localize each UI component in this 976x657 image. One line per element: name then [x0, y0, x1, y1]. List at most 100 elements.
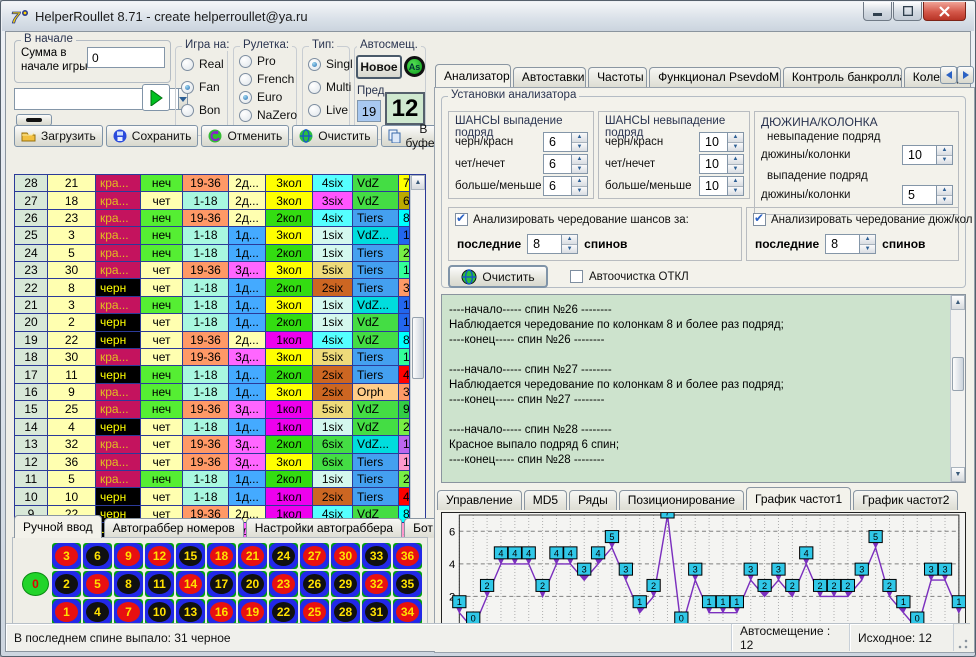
radio-euro[interactable]: Euro — [239, 90, 282, 104]
log-scrollbar[interactable]: ▲ ▼ — [950, 295, 965, 482]
numpad-number-8[interactable]: 8 — [114, 571, 143, 597]
tab-автограббер-номеров[interactable]: Автограббер номеров — [104, 518, 244, 538]
table-row[interactable]: 115кра...неч1-181д...2кол1sixTiers2str — [15, 471, 410, 488]
tab-scroll-left-button[interactable] — [940, 66, 957, 84]
numpad-number-18[interactable]: 18 — [207, 543, 236, 569]
table-scrollbar[interactable]: ▲ ▼ — [410, 175, 425, 540]
numpad-number-0[interactable]: 0 — [21, 571, 50, 597]
title-bar[interactable]: 7 HelperRoullet 8.71 - create helperroul… — [2, 2, 974, 31]
number-spinner[interactable]: 10▲▼ — [699, 176, 744, 196]
spin-up-button[interactable]: ▲ — [728, 155, 743, 165]
alternation-dozen-checkbox[interactable] — [753, 213, 766, 226]
numpad-number-24[interactable]: 24 — [269, 543, 298, 569]
table-row[interactable]: 228чернчет1-181д...2кол2sixTiers3str — [15, 279, 410, 296]
table-row[interactable]: 253кра...неч1-181д...3кол1sixVdZ...1str — [15, 227, 410, 244]
number-spinner[interactable]: 10▲▼ — [902, 145, 953, 165]
tab-анализатор[interactable]: Анализатор — [435, 64, 511, 87]
spin-history-table[interactable]: 2821кра...неч19-362д...3кол4sixVdZ7str27… — [14, 174, 426, 541]
close-button[interactable] — [923, 2, 966, 21]
table-row[interactable]: 2330кра...чет19-363д...3кол5sixTiers10st… — [15, 262, 410, 279]
play-button[interactable] — [142, 84, 170, 111]
load-button[interactable]: Загрузить — [14, 125, 103, 147]
radio-dot[interactable] — [181, 104, 194, 117]
numpad-number-14[interactable]: 14 — [176, 571, 205, 597]
spin-up-button[interactable]: ▲ — [572, 155, 587, 165]
table-row[interactable]: 2718кра...чет1-182д...3кол3sixVdZ6str — [15, 192, 410, 209]
spin-down-button[interactable]: ▼ — [572, 187, 587, 196]
radio-french[interactable]: French — [239, 72, 294, 86]
numpad-number-17[interactable]: 17 — [207, 571, 236, 597]
spin-up-button[interactable]: ▲ — [860, 235, 875, 245]
table-row[interactable]: 144чернчет1-181д...1кол1sixVdZ2str — [15, 419, 410, 436]
radio-singl[interactable]: Singl — [308, 57, 353, 71]
number-spinner[interactable]: 10▲▼ — [699, 154, 744, 174]
numpad-number-13[interactable]: 13 — [176, 599, 205, 625]
table-row[interactable]: 213кра...неч1-181д...3кол1sixVdZ...1str — [15, 297, 410, 314]
spin-down-button[interactable]: ▼ — [728, 165, 743, 174]
tab-ряды[interactable]: Ряды — [569, 490, 617, 510]
table-row[interactable]: 1525кра...неч19-363д...1кол5sixVdZ9str — [15, 401, 410, 418]
radio-dot[interactable] — [181, 58, 194, 71]
spin-down-button[interactable]: ▼ — [728, 143, 743, 152]
numpad-number-4[interactable]: 4 — [83, 599, 112, 625]
minimize-button[interactable] — [863, 2, 892, 21]
radio-dot[interactable] — [239, 109, 252, 122]
table-row[interactable]: 2821кра...неч19-362д...3кол4sixVdZ7str — [15, 175, 410, 192]
spin-up-button[interactable]: ▲ — [562, 235, 577, 245]
radio-real[interactable]: Real — [181, 57, 224, 71]
as-button[interactable]: As — [404, 56, 425, 77]
radio-nazero[interactable]: NaZero — [239, 108, 297, 122]
tab-частоты[interactable]: Частоты — [588, 67, 647, 87]
numpad-number-11[interactable]: 11 — [145, 571, 174, 597]
table-row[interactable]: 169кра...неч1-181д...3кол2sixOrph3str — [15, 384, 410, 401]
tab-график-частот1[interactable]: График частот1 — [746, 487, 851, 510]
radio-bon[interactable]: Bon — [181, 103, 220, 117]
numpad-number-27[interactable]: 27 — [300, 543, 329, 569]
tab-ручной-ввод[interactable]: Ручной ввод — [14, 515, 102, 538]
spin-down-button[interactable]: ▼ — [728, 187, 743, 196]
numpad-number-25[interactable]: 25 — [300, 599, 329, 625]
numpad-number-22[interactable]: 22 — [269, 599, 298, 625]
tab-md5[interactable]: MD5 — [524, 490, 567, 510]
radio-pro[interactable]: Pro — [239, 54, 276, 68]
numpad-number-20[interactable]: 20 — [238, 571, 267, 597]
spin-down-button[interactable]: ▼ — [572, 165, 587, 174]
new-button[interactable]: Новое — [356, 55, 402, 79]
numpad-number-26[interactable]: 26 — [300, 571, 329, 597]
numpad-number-36[interactable]: 36 — [393, 543, 422, 569]
numpad-number-32[interactable]: 32 — [362, 571, 391, 597]
numpad-number-12[interactable]: 12 — [145, 543, 174, 569]
tab-scroll-right-button[interactable] — [957, 66, 974, 84]
tab-график-частот2[interactable]: График частот2 — [853, 490, 958, 510]
numpad-number-9[interactable]: 9 — [114, 543, 143, 569]
number-spinner[interactable]: 10▲▼ — [699, 132, 744, 152]
number-spinner[interactable]: 6▲▼ — [543, 154, 588, 174]
spin-down-button[interactable]: ▼ — [937, 156, 952, 165]
spin-up-button[interactable]: ▲ — [728, 177, 743, 187]
numpad-number-16[interactable]: 16 — [207, 599, 236, 625]
numpad-number-21[interactable]: 21 — [238, 543, 267, 569]
table-row[interactable]: 1711черннеч1-181д...2кол2sixTiers4str — [15, 366, 410, 383]
analyzer-log[interactable]: ----начало----- спин №26 -------- Наблюд… — [441, 294, 966, 483]
tab-автоставки[interactable]: Автоставки — [513, 67, 586, 87]
numpad-number-15[interactable]: 15 — [176, 543, 205, 569]
tab-позиционирование[interactable]: Позиционирование — [619, 490, 744, 510]
scroll-up-arrow[interactable]: ▲ — [411, 175, 425, 190]
spin-up-button[interactable]: ▲ — [572, 177, 587, 187]
numpad-number-7[interactable]: 7 — [114, 599, 143, 625]
numpad-number-31[interactable]: 31 — [362, 599, 391, 625]
scroll-down-arrow[interactable]: ▼ — [951, 467, 965, 482]
scroll-up-arrow[interactable]: ▲ — [951, 295, 965, 310]
spin-down-button[interactable]: ▼ — [562, 245, 577, 254]
undo-button[interactable]: Отменить — [201, 125, 289, 147]
radio-dot[interactable] — [239, 55, 252, 68]
numpad-number-29[interactable]: 29 — [331, 571, 360, 597]
numpad-number-35[interactable]: 35 — [393, 571, 422, 597]
numpad-number-3[interactable]: 3 — [52, 543, 81, 569]
tab-настройки-автограббера[interactable]: Настройки автограббера — [246, 518, 402, 538]
table-row[interactable]: 1010чернчет1-181д...1кол2sixTiers4str — [15, 488, 410, 505]
clear-table-button[interactable]: Очистить — [292, 125, 377, 147]
tab-контроль-банкролла[interactable]: Контроль банкролла — [783, 67, 902, 87]
radio-fan[interactable]: Fan — [181, 80, 220, 94]
spin-down-button[interactable]: ▼ — [937, 196, 952, 205]
